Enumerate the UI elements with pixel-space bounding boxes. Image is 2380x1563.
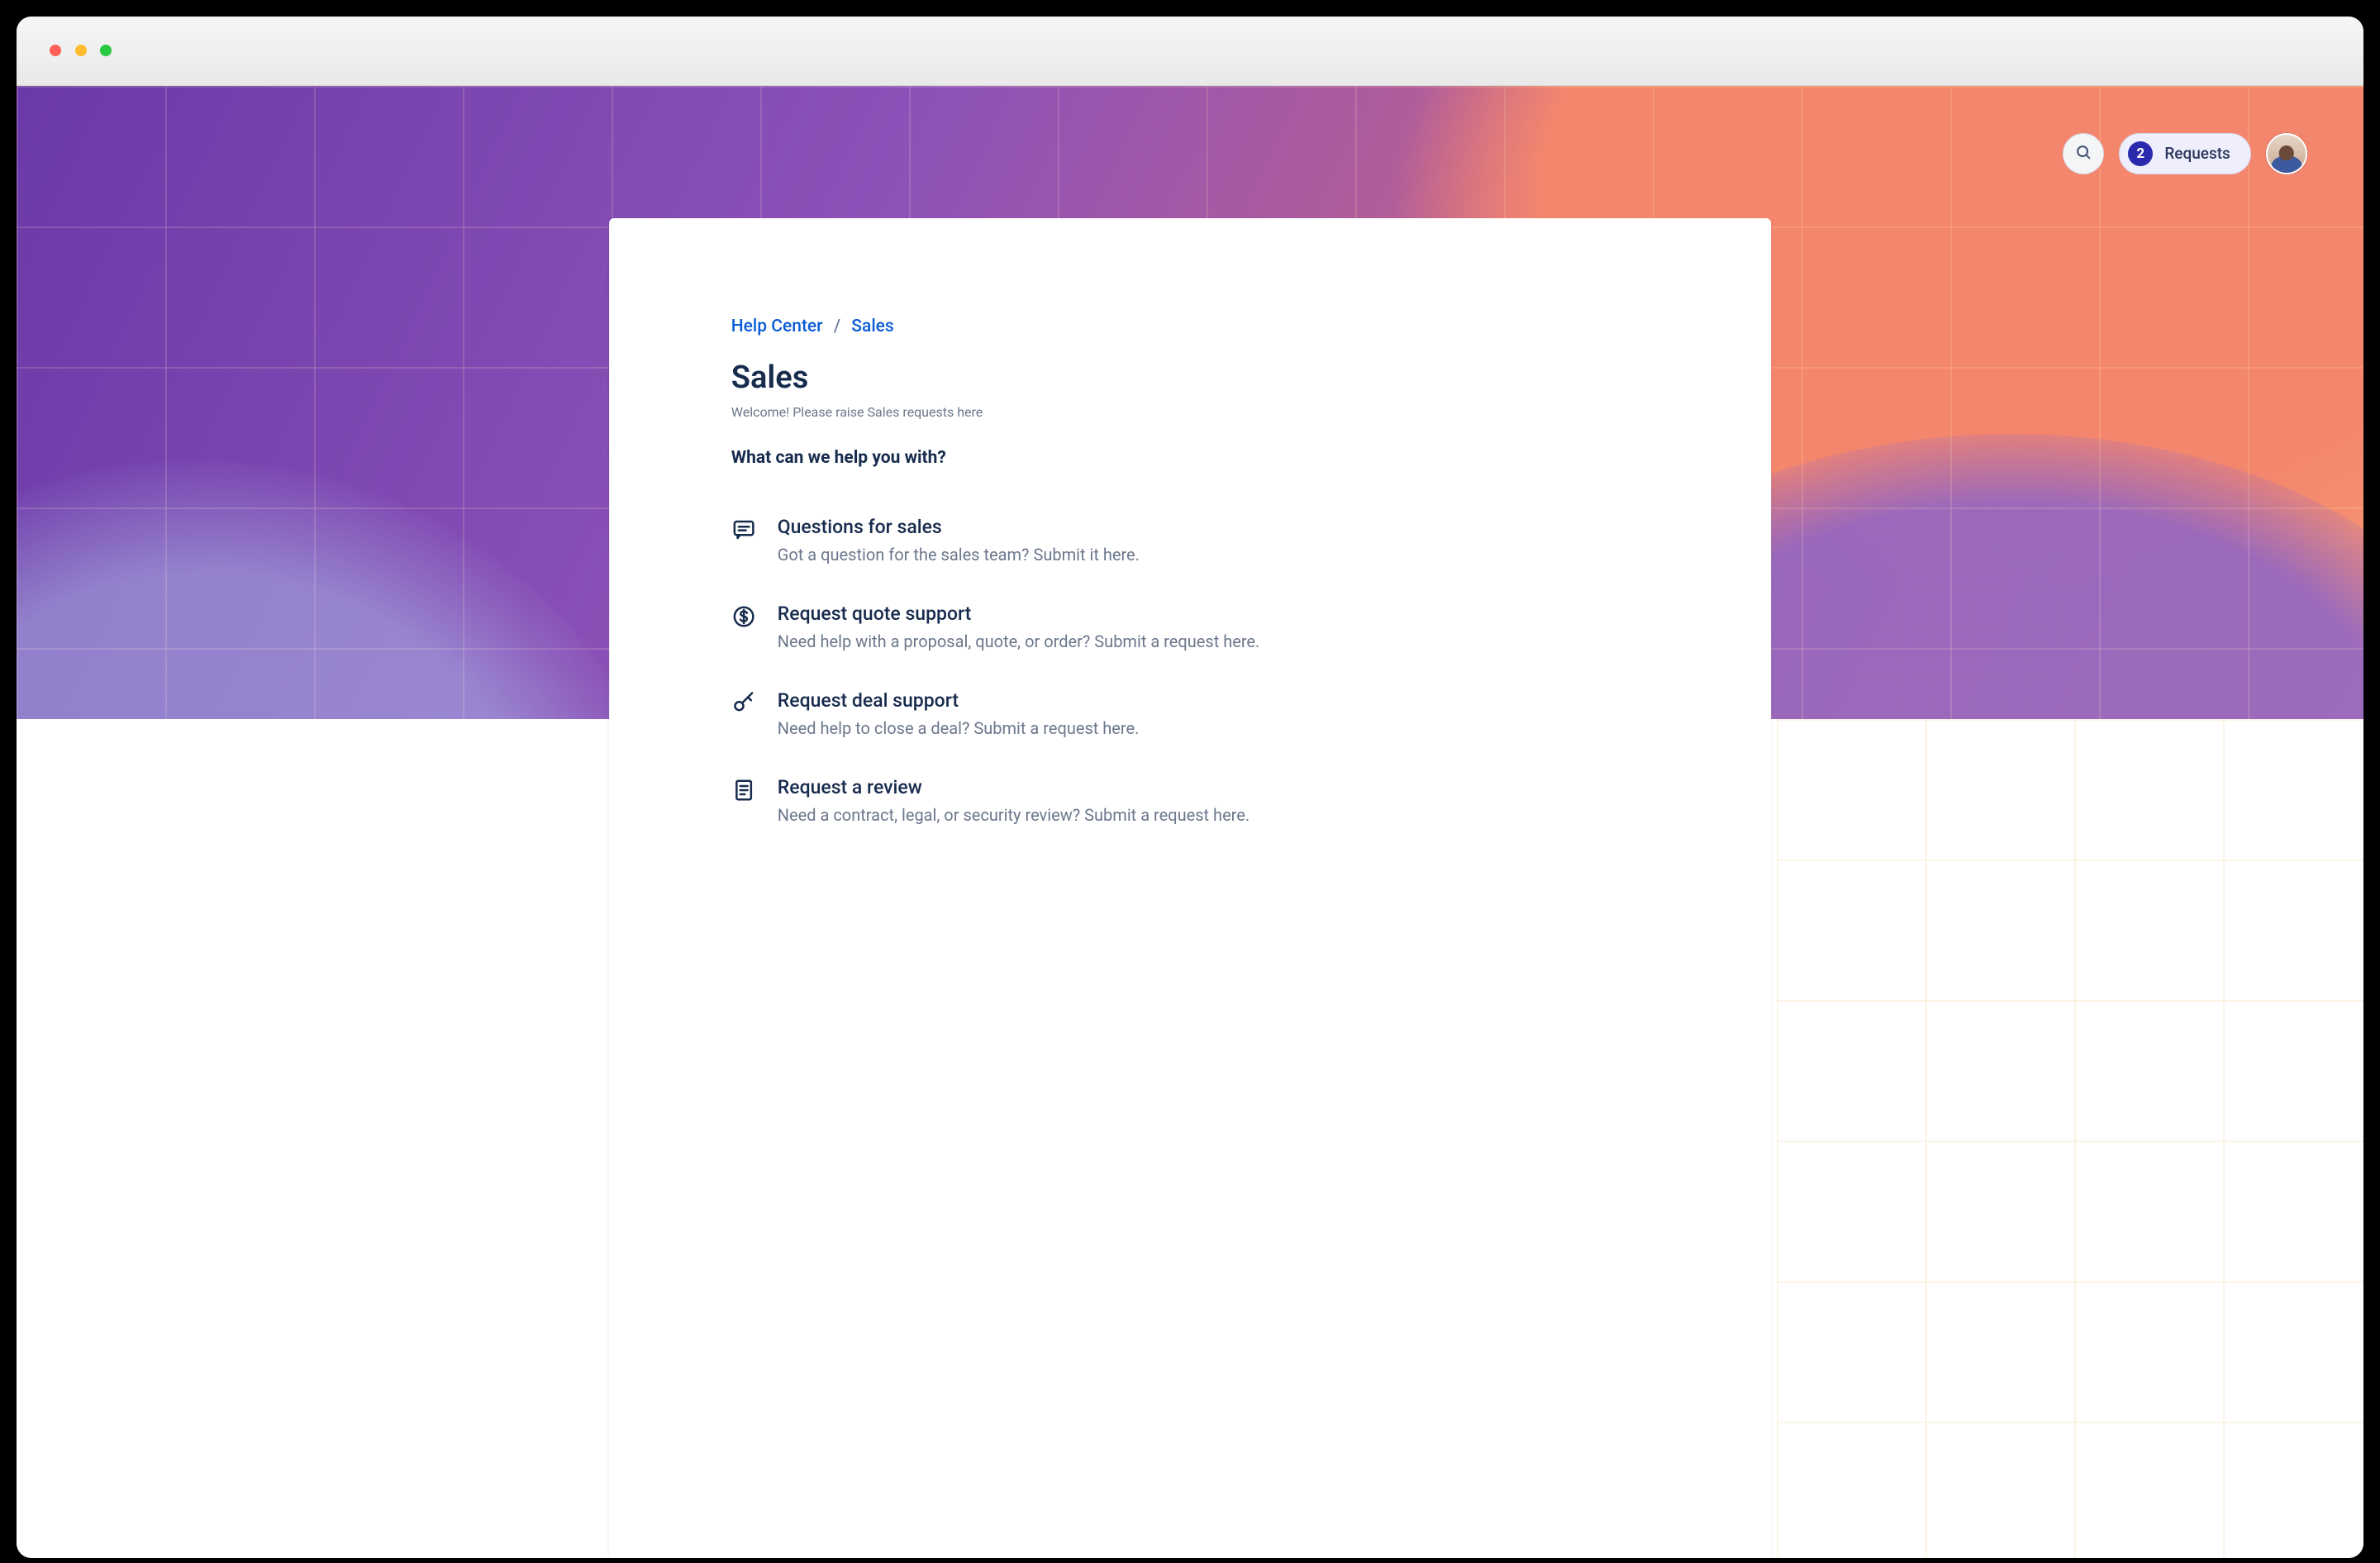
search-icon xyxy=(2074,143,2092,164)
decorative-grid xyxy=(1777,719,2363,1558)
request-type-quote-support[interactable]: Request quote support Need help with a p… xyxy=(731,603,1649,651)
request-type-description: Got a question for the sales team? Submi… xyxy=(778,545,1140,565)
breadcrumb-current-link[interactable]: Sales xyxy=(851,317,893,336)
request-type-questions-for-sales[interactable]: Questions for sales Got a question for t… xyxy=(731,516,1649,565)
request-type-deal-support[interactable]: Request deal support Need help to close … xyxy=(731,689,1649,738)
request-type-review[interactable]: Request a review Need a contract, legal,… xyxy=(731,776,1649,825)
content-area: 2 Requests Help Center / Sales Sales Wel… xyxy=(17,86,2363,1558)
request-type-title: Request deal support xyxy=(778,689,1140,712)
page-subtitle: Welcome! Please raise Sales requests her… xyxy=(731,404,1649,420)
top-right-controls: 2 Requests xyxy=(2063,133,2307,174)
help-prompt: What can we help you with? xyxy=(731,448,1649,468)
breadcrumb-root-link[interactable]: Help Center xyxy=(731,317,823,336)
requests-button[interactable]: 2 Requests xyxy=(2119,133,2251,174)
chat-icon xyxy=(731,517,756,542)
dollar-circle-icon xyxy=(731,604,756,629)
request-type-description: Need a contract, legal, or security revi… xyxy=(778,805,1250,825)
window-titlebar xyxy=(17,17,2363,86)
window-close-button[interactable] xyxy=(50,45,61,56)
window-fullscreen-button[interactable] xyxy=(100,45,112,56)
request-type-description: Need help with a proposal, quote, or ord… xyxy=(778,631,1260,651)
user-avatar[interactable] xyxy=(2266,133,2307,174)
requests-count-badge: 2 xyxy=(2128,141,2153,166)
requests-label: Requests xyxy=(2164,144,2230,163)
page-title: Sales xyxy=(731,360,1649,396)
key-icon xyxy=(731,691,756,716)
window-minimize-button[interactable] xyxy=(75,45,87,56)
request-type-title: Questions for sales xyxy=(778,516,1140,538)
app-window: 2 Requests Help Center / Sales Sales Wel… xyxy=(17,17,2363,1558)
breadcrumb: Help Center / Sales xyxy=(731,317,1649,336)
request-type-list: Questions for sales Got a question for t… xyxy=(731,516,1649,825)
portal-card: Help Center / Sales Sales Welcome! Pleas… xyxy=(609,218,1771,1558)
request-type-title: Request a review xyxy=(778,776,1250,798)
request-type-description: Need help to close a deal? Submit a requ… xyxy=(778,718,1140,738)
search-button[interactable] xyxy=(2063,133,2104,174)
breadcrumb-separator: / xyxy=(834,317,840,336)
request-type-title: Request quote support xyxy=(778,603,1260,625)
document-icon xyxy=(731,778,756,803)
